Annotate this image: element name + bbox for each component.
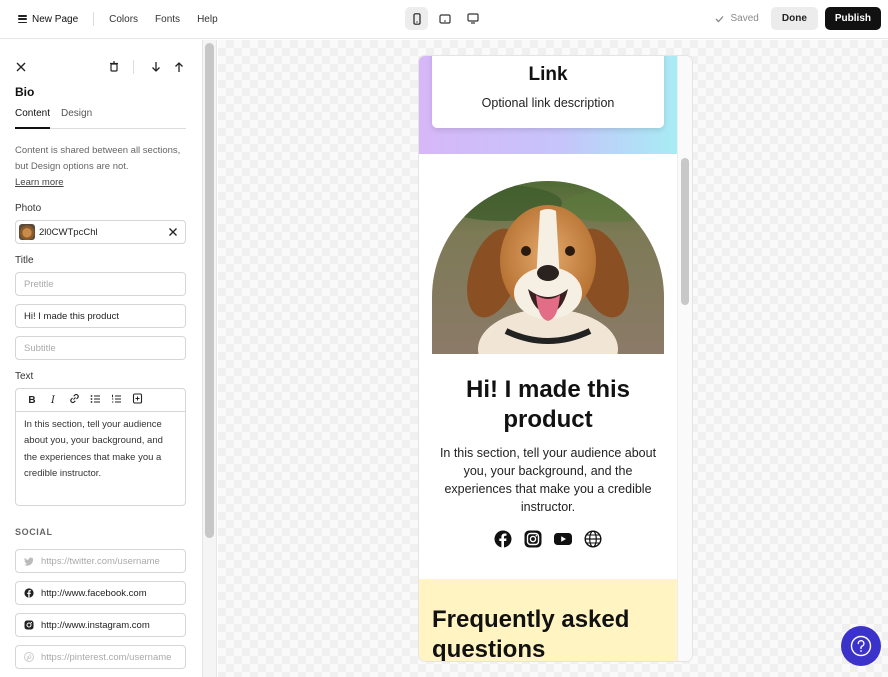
- desktop-icon: [466, 13, 479, 24]
- bio-photo: [432, 181, 664, 354]
- twitter-placeholder: https://twitter.com/username: [41, 555, 160, 567]
- mobile-view-button[interactable]: [405, 7, 428, 30]
- photo-filename: 2l0CWTpcChl: [39, 226, 98, 238]
- menu-fonts[interactable]: Fonts: [155, 14, 180, 25]
- instagram-icon[interactable]: [524, 530, 542, 548]
- bold-icon[interactable]: B: [26, 395, 38, 406]
- preview-scrollbar[interactable]: [681, 158, 689, 305]
- social-links: [419, 530, 677, 548]
- tablet-view-button[interactable]: [433, 7, 456, 30]
- learn-more-link[interactable]: Learn more: [15, 177, 64, 188]
- section-heading: Bio: [15, 85, 35, 99]
- editor-text[interactable]: In this section, tell your audience abou…: [16, 412, 185, 487]
- settings-panel: Bio Content Design Content is shared bet…: [0, 40, 203, 677]
- content-note-text: Content is shared between all sections, …: [15, 145, 181, 172]
- instagram-icon: [24, 620, 34, 630]
- facebook-icon[interactable]: [494, 530, 512, 548]
- divider: [93, 12, 95, 26]
- bio-section[interactable]: Hi! I made this product In this section,…: [419, 154, 677, 579]
- bullet-list-icon[interactable]: [89, 394, 101, 407]
- faq-section[interactable]: Frequently asked questions: [419, 579, 677, 661]
- twitter-icon: [24, 557, 34, 566]
- link-card[interactable]: Link Optional link description: [432, 56, 664, 128]
- pinterest-icon: [24, 652, 34, 662]
- preview-canvas: Link Optional link description Hi! I mad…: [218, 40, 888, 677]
- editor-toolbar: B I: [16, 389, 185, 412]
- bio-title: Hi! I made this product: [465, 376, 631, 433]
- desktop-view-button[interactable]: [461, 7, 484, 30]
- link-description: Optional link description: [481, 96, 615, 110]
- arrow-down-icon[interactable]: [150, 60, 162, 74]
- italic-icon[interactable]: I: [47, 395, 59, 406]
- photo-label: Photo: [15, 203, 42, 214]
- saved-status: Saved: [715, 13, 759, 24]
- link-section[interactable]: Link Optional link description: [419, 56, 677, 154]
- tablet-icon: [438, 13, 451, 24]
- youtube-icon[interactable]: [554, 530, 572, 548]
- publish-button[interactable]: Publish: [824, 7, 881, 30]
- insert-file-icon[interactable]: [131, 393, 143, 407]
- page-title-menu[interactable]: New Page: [32, 14, 78, 25]
- preview-scrollbar-track: [677, 56, 692, 661]
- panel-scrollbar[interactable]: [205, 43, 214, 538]
- instagram-input[interactable]: http://www.instagram.com: [15, 613, 186, 637]
- device-switcher: [405, 7, 484, 30]
- menu-icon[interactable]: [18, 15, 27, 23]
- menu-colors[interactable]: Colors: [109, 14, 138, 25]
- top-bar: New Page Colors Fonts Help Saved Done Pu…: [0, 0, 888, 39]
- phone-icon: [412, 12, 421, 25]
- social-caption: SOCIAL: [15, 527, 53, 537]
- mobile-preview: Link Optional link description Hi! I mad…: [419, 56, 692, 661]
- menu-help[interactable]: Help: [197, 14, 218, 25]
- help-button[interactable]: [841, 626, 881, 666]
- link-icon[interactable]: [68, 393, 80, 407]
- pinterest-input[interactable]: https://pinterest.com/username: [15, 645, 186, 669]
- globe-icon[interactable]: [584, 530, 602, 548]
- faq-title: Frequently asked questions: [432, 606, 630, 661]
- top-bar-right: Saved Done Publish: [715, 7, 881, 30]
- bio-text: In this section, tell your audience abou…: [439, 446, 657, 514]
- twitter-input[interactable]: https://twitter.com/username: [15, 549, 186, 573]
- arrow-up-icon[interactable]: [173, 60, 185, 74]
- tab-design[interactable]: Design: [61, 108, 92, 129]
- numbered-list-icon[interactable]: [110, 394, 122, 407]
- title-input[interactable]: Hi! I made this product: [15, 304, 186, 328]
- question-icon: [850, 635, 872, 657]
- close-icon[interactable]: [15, 60, 27, 74]
- close-icon[interactable]: [168, 227, 178, 237]
- link-title: Link: [528, 64, 568, 85]
- section-toolbar: [15, 60, 186, 74]
- pinterest-placeholder: https://pinterest.com/username: [41, 651, 172, 663]
- tab-content[interactable]: Content: [15, 108, 51, 129]
- divider: [133, 60, 134, 74]
- facebook-icon: [24, 588, 34, 598]
- check-icon: [715, 15, 723, 22]
- rich-text-editor: B I In this section, tell your audience …: [15, 388, 186, 506]
- panel-tabs: Content Design: [15, 108, 186, 129]
- content-note: Content is shared between all sections, …: [15, 143, 186, 191]
- instagram-value: http://www.instagram.com: [41, 619, 150, 631]
- done-button[interactable]: Done: [770, 7, 818, 30]
- photo-field[interactable]: 2l0CWTpcChl: [15, 220, 186, 244]
- subtitle-input[interactable]: Subtitle: [15, 336, 186, 360]
- text-label: Text: [15, 371, 34, 382]
- facebook-input[interactable]: http://www.facebook.com: [15, 581, 186, 605]
- photo-thumbnail: [19, 224, 35, 240]
- trash-icon[interactable]: [108, 60, 120, 74]
- title-label: Title: [15, 255, 34, 266]
- saved-label: Saved: [730, 13, 759, 24]
- pretitle-input[interactable]: Pretitle: [15, 272, 186, 296]
- top-bar-left: New Page Colors Fonts Help: [18, 0, 235, 38]
- facebook-value: http://www.facebook.com: [41, 587, 147, 599]
